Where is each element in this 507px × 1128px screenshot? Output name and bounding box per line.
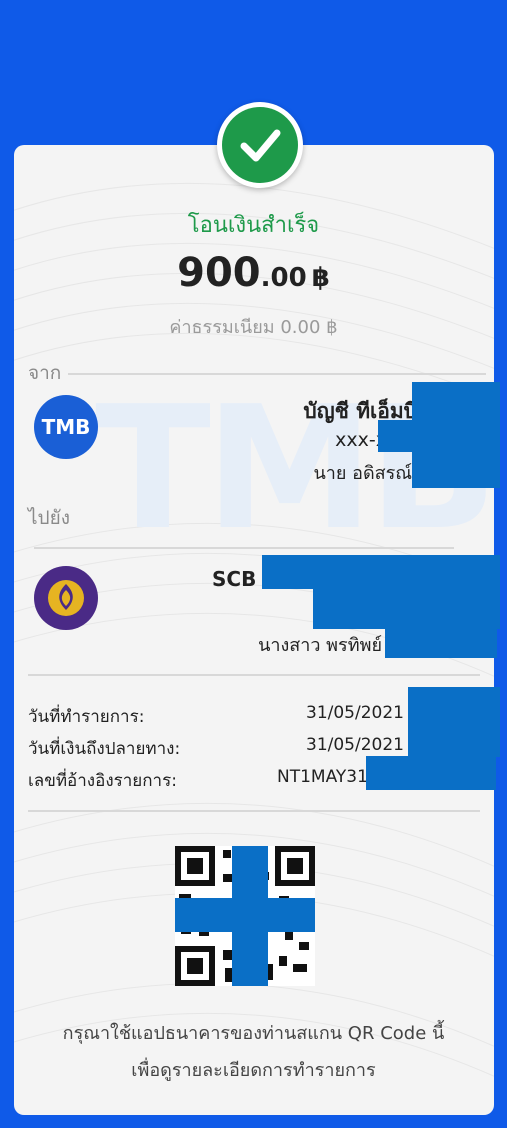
redaction-box — [313, 589, 500, 629]
transfer-fee: ค่าธรรมเนียม 0.00 ฿ — [169, 317, 338, 338]
amount-decimal: .00 — [260, 263, 307, 293]
qr-code[interactable] — [175, 846, 315, 986]
detail-value-reference: NT1MAY31 — [277, 767, 368, 787]
transfer-status: โอนเงินสำเร็จ — [187, 213, 320, 238]
divider — [68, 373, 486, 375]
check-icon — [240, 129, 281, 162]
detail-label-transaction-date: วันที่ทำรายการ: — [28, 707, 145, 727]
from-label: จาก — [28, 362, 62, 384]
divider — [34, 547, 454, 549]
success-badge — [217, 102, 303, 188]
detail-label-reference: เลขที่อ้างอิงรายการ: — [28, 771, 177, 791]
divider — [28, 810, 480, 812]
redaction-box — [408, 687, 500, 757]
amount-whole: 900 — [177, 250, 261, 296]
transfer-amount: 900.00 ฿ — [0, 250, 507, 296]
redaction-box — [366, 756, 496, 790]
redaction-box — [412, 382, 500, 488]
detail-label-arrival-date: วันที่เงินถึงปลายทาง: — [28, 739, 181, 759]
footer-instruction-line1: กรุณาใช้แอปธนาคารของท่านสแกน QR Code นี้ — [62, 1023, 445, 1044]
divider — [28, 674, 480, 676]
to-bank-name: SCB — [212, 567, 257, 591]
scb-bank-logo — [34, 566, 98, 630]
detail-value-arrival-date: 31/05/2021 — [306, 735, 404, 755]
from-account-name: นาย อดิสรณ์ — [313, 463, 412, 484]
redaction-box — [378, 420, 418, 452]
footer-instruction-line2: เพื่อดูรายละเอียดการทำรายการ — [131, 1060, 376, 1081]
amount-currency: ฿ — [311, 263, 330, 293]
success-circle — [222, 107, 298, 183]
scb-emblem-icon — [48, 580, 84, 616]
redaction-box — [385, 625, 497, 658]
redaction-box — [262, 555, 500, 589]
tmb-bank-logo: TMB — [34, 395, 98, 459]
to-account-name: นางสาว พรทิพย์ — [258, 635, 382, 656]
to-label: ไปยัง — [28, 507, 71, 529]
detail-value-transaction-date: 31/05/2021 — [306, 703, 404, 723]
